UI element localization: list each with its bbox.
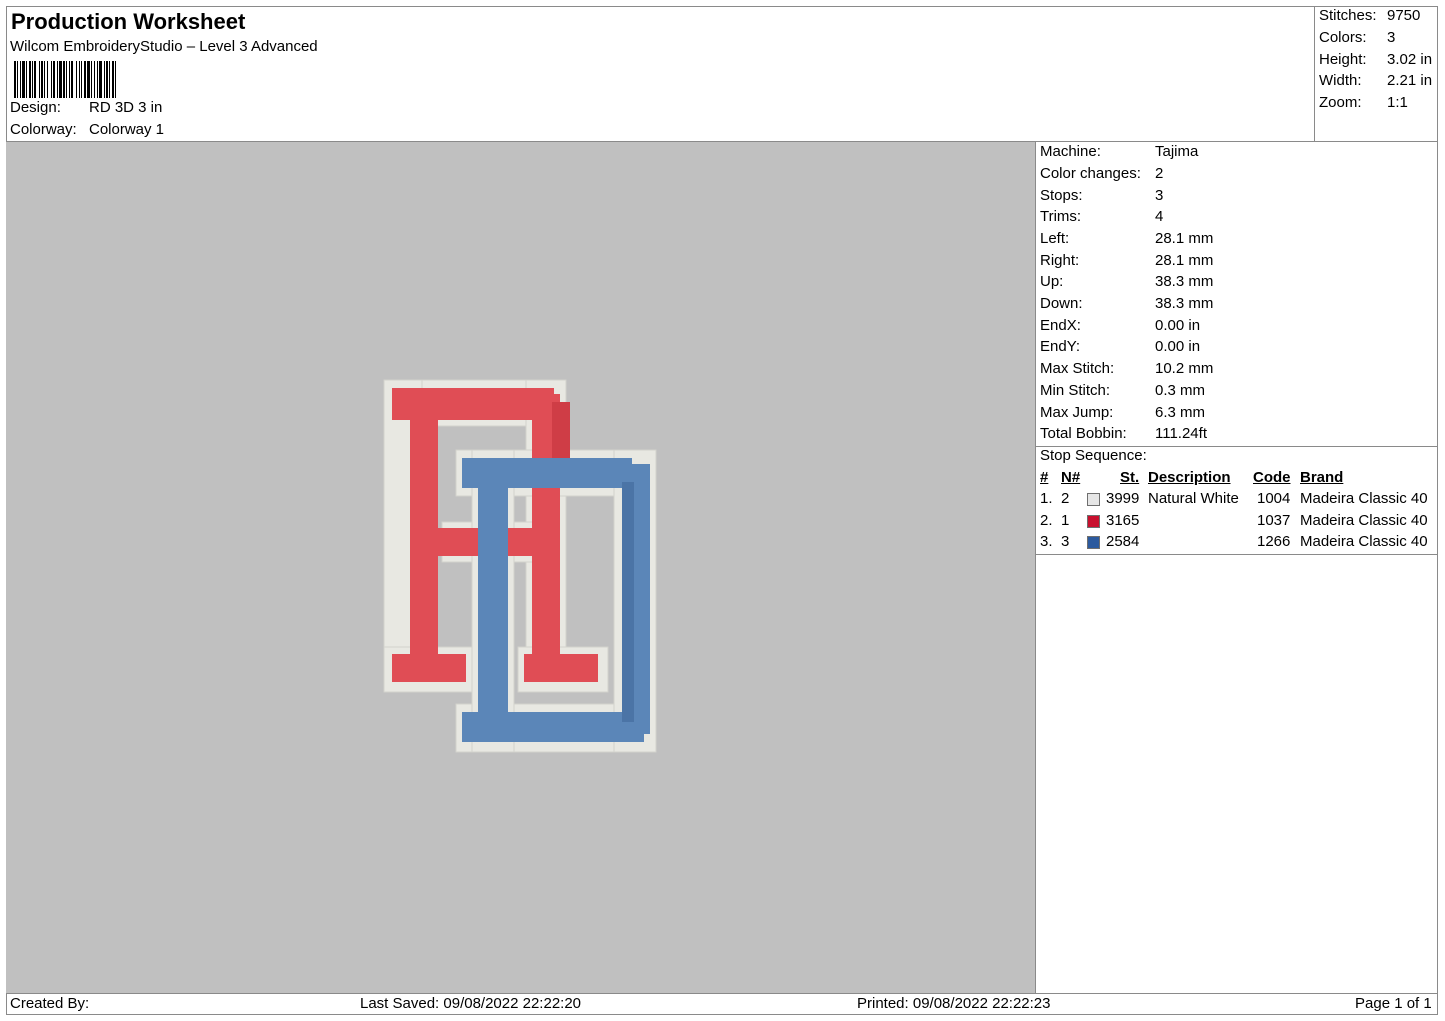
worksheet-footer: Created By: Last Saved: 09/08/2022 22:22… (6, 993, 1438, 1015)
page-number: Page 1 of 1 (1355, 995, 1432, 1012)
worksheet-header: Production Worksheet Wilcom EmbroiderySt… (6, 6, 1315, 142)
design-info-panel: Machine: Tajima Color changes: 2 Stops: 3 T… (1036, 142, 1438, 993)
colorway-label: Colorway: (10, 121, 77, 138)
colorway-value: Colorway 1 (89, 121, 165, 138)
info-trims: Trims: 4 (1040, 208, 1164, 225)
info-up: Up: 38.3 mm (1040, 273, 1214, 290)
info-endy: EndY: 0.00 in (1040, 338, 1201, 355)
info-stops: Stops: 3 (1040, 187, 1164, 204)
software-name: Wilcom EmbroideryStudio – Level 3 Advanc… (10, 38, 318, 55)
colorway-row: Colorway: Colorway 1 (10, 121, 164, 138)
summary-zoom: Zoom: 1:1 (1319, 94, 1408, 111)
col-brand: Brand (1300, 469, 1344, 486)
info-min-stitch: Min Stitch: 0.3 mm (1040, 382, 1206, 399)
col-st: St. (1120, 469, 1140, 486)
table-row: 1. 2 3999 Natural White 1004 Madeira Cla… (1040, 490, 1428, 507)
created-by: Created By: (10, 995, 90, 1012)
info-machine: Machine: Tajima (1040, 143, 1199, 160)
table-row: 2. 1 3165 1037 Madeira Classic 40 (1040, 512, 1428, 529)
col-description: Description (1148, 469, 1231, 486)
col-code: Code (1253, 469, 1291, 486)
info-left: Left: 28.1 mm (1040, 230, 1214, 247)
design-label: Design: (10, 99, 61, 116)
info-max-stitch: Max Stitch: 10.2 mm (1040, 360, 1214, 377)
summary-stitches: Stitches: 9750 (1319, 7, 1421, 24)
color-swatch (1087, 493, 1100, 506)
design-value: RD 3D 3 in (89, 99, 163, 116)
info-total-bobbin: Total Bobbin: 111.24ft (1040, 425, 1207, 442)
summary-width: Width: 2.21 in (1319, 72, 1433, 89)
info-right: Right: 28.1 mm (1040, 252, 1214, 269)
summary-colors: Colors: 3 (1319, 29, 1396, 46)
color-swatch (1087, 515, 1100, 528)
design-summary: Stitches: 9750 Colors: 3 Height: 3.02 in Wi… (1315, 6, 1438, 142)
design-row: Design: RD 3D 3 in (10, 99, 162, 116)
summary-height: Height: 3.02 in (1319, 51, 1433, 68)
stop-sequence-header: # N# St. Description Code Brand (1036, 469, 1438, 489)
stop-sequence-title: Stop Sequence: (1040, 447, 1147, 464)
col-n: N# (1061, 469, 1081, 486)
page-title: Production Worksheet (11, 9, 246, 34)
info-max-jump: Max Jump: 6.3 mm (1040, 404, 1206, 421)
barcode (14, 61, 116, 98)
info-color-changes: Color changes: 2 (1040, 165, 1164, 182)
col-num: # (1040, 469, 1049, 486)
embroidery-design-image (383, 379, 657, 753)
color-swatch (1087, 536, 1100, 549)
printed-date: Printed: 09/08/2022 22:22:23 (857, 995, 1051, 1012)
last-saved: Last Saved: 09/08/2022 22:22:20 (360, 995, 582, 1012)
info-down: Down: 38.3 mm (1040, 295, 1214, 312)
info-endx: EndX: 0.00 in (1040, 317, 1201, 334)
design-preview (6, 142, 1036, 993)
letter-r-overlap (512, 522, 560, 572)
divider (1036, 554, 1438, 555)
table-row: 3. 3 2584 1266 Madeira Classic 40 (1040, 533, 1428, 550)
